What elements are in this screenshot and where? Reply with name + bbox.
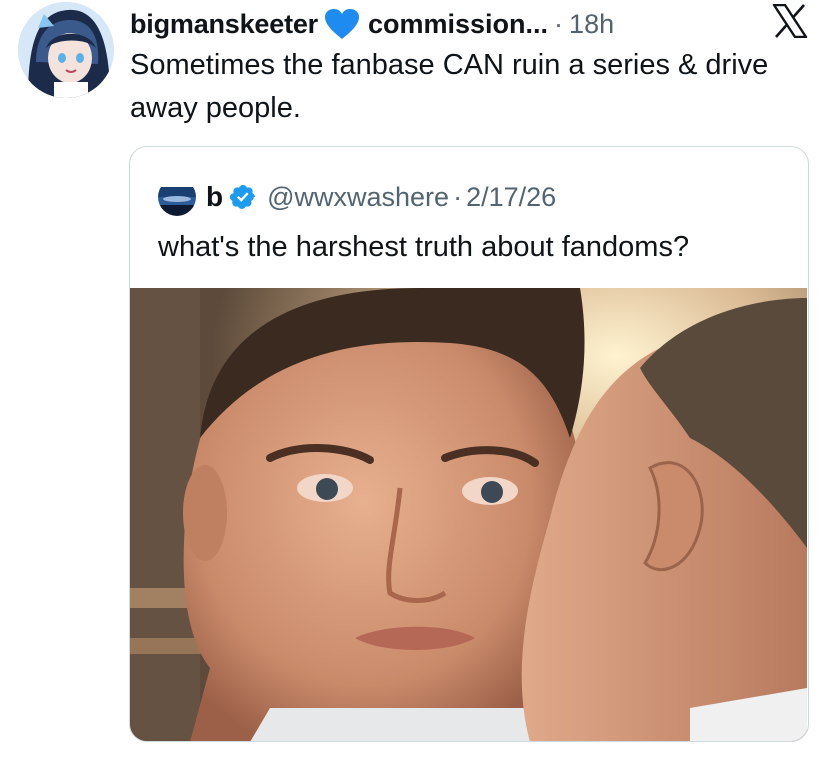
quoted-tweet-card[interactable]: b @wwxwashere · 2/17/26 what's the harsh… [129,146,809,742]
separator-dot: · [554,8,564,39]
verified-badge-icon [229,183,257,211]
avatar[interactable] [18,2,114,98]
quoted-tweet-header: b @wwxwashere · 2/17/26 [158,177,556,217]
tweet-text: Sometimes the fanbase CAN ruin a series … [130,49,769,124]
quoted-avatar[interactable] [158,178,196,216]
affiliation-name[interactable]: commission... [368,9,548,40]
display-name[interactable]: bigmanskeeter [130,9,318,40]
quoted-handle[interactable]: @wwxwashere [267,182,449,213]
quoted-date[interactable]: 2/17/26 [466,182,556,213]
timestamp[interactable]: 18h [569,9,614,40]
quoted-tweet-text: what's the harshest truth about fandoms? [158,231,690,263]
blue-heart-icon [324,8,360,40]
tweet-header: bigmanskeeter commission... · 18h [130,4,814,44]
quoted-tweet-image[interactable] [130,288,807,741]
separator-dot: · [453,181,463,212]
quoted-display-name[interactable]: b [206,181,223,213]
x-logo-icon[interactable] [772,3,808,43]
